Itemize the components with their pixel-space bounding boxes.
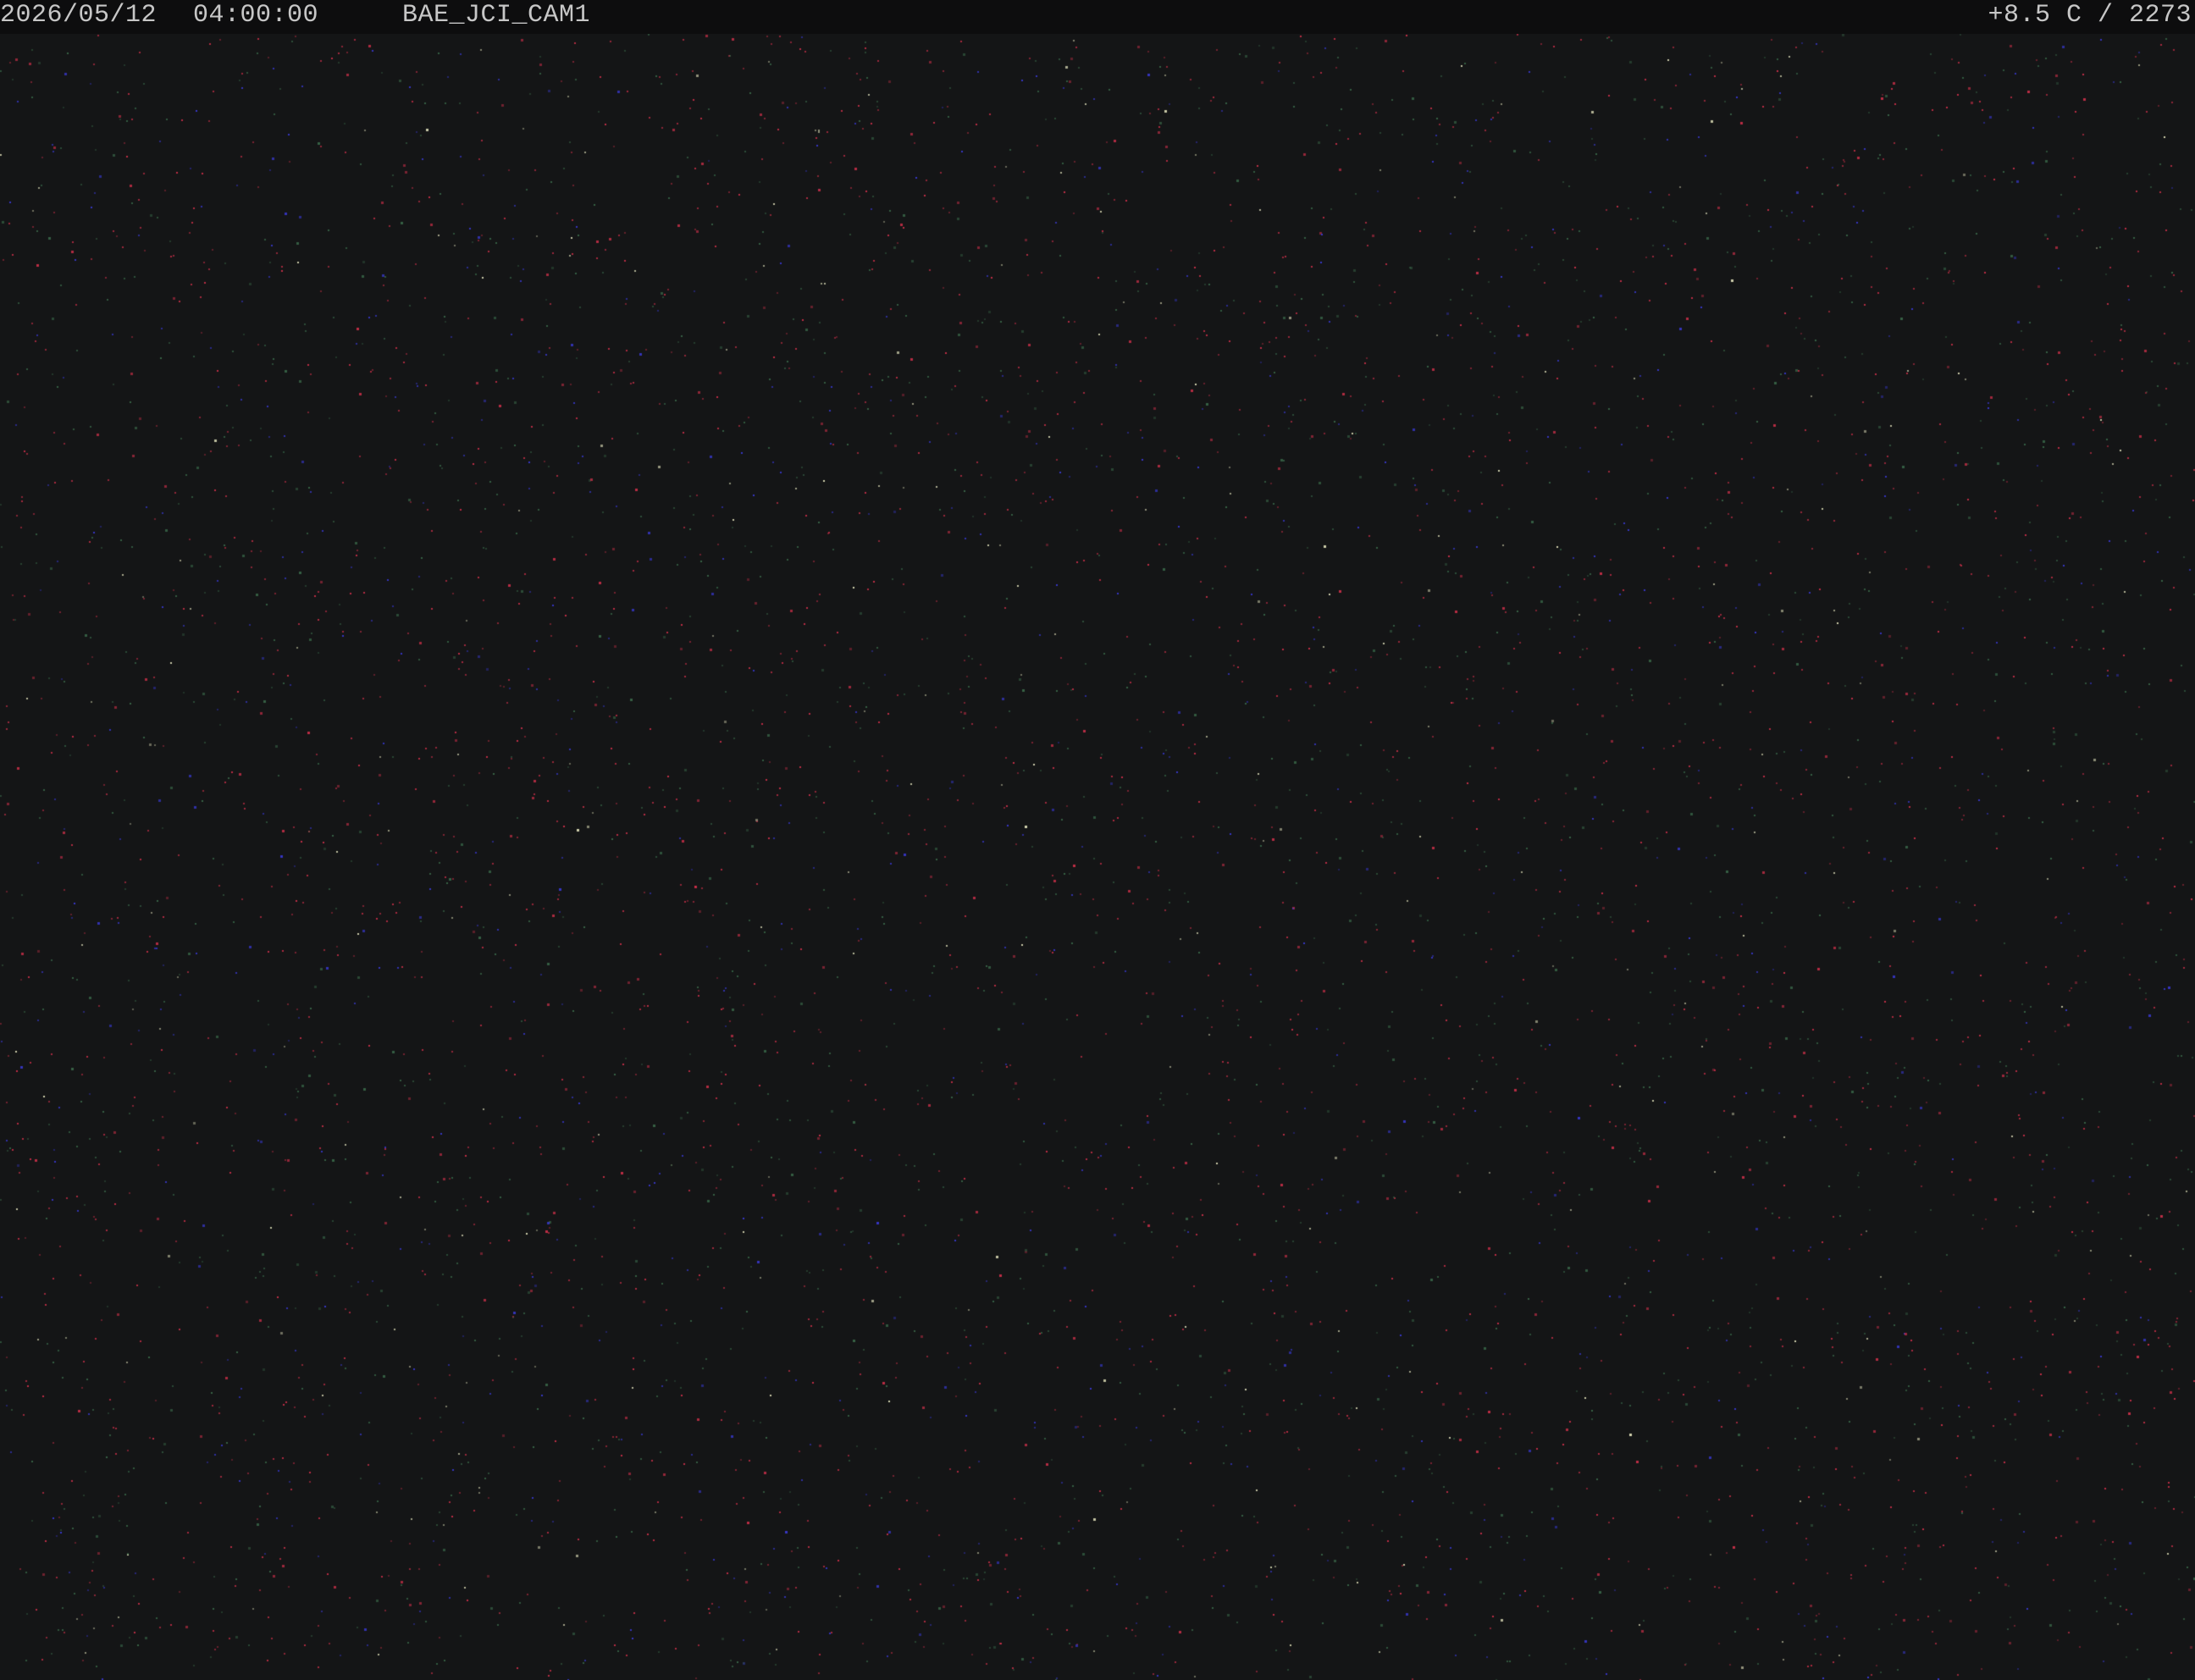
- overlay-date: 2026/05/12: [0, 1, 158, 30]
- camera-id-label: BAE_JCI_CAM1: [402, 1, 591, 30]
- overlay-time: 04:00:00: [193, 1, 319, 30]
- temperature-reading: +8.5 C / 2273: [1988, 1, 2192, 30]
- timestamp-overlay-bar: 2026/05/12 04:00:00 BAE_JCI_CAM1 +8.5 C …: [0, 0, 2195, 34]
- sensor-noise-image: [0, 34, 2195, 1680]
- camera-frame: 2026/05/12 04:00:00 BAE_JCI_CAM1 +8.5 C …: [0, 0, 2195, 1680]
